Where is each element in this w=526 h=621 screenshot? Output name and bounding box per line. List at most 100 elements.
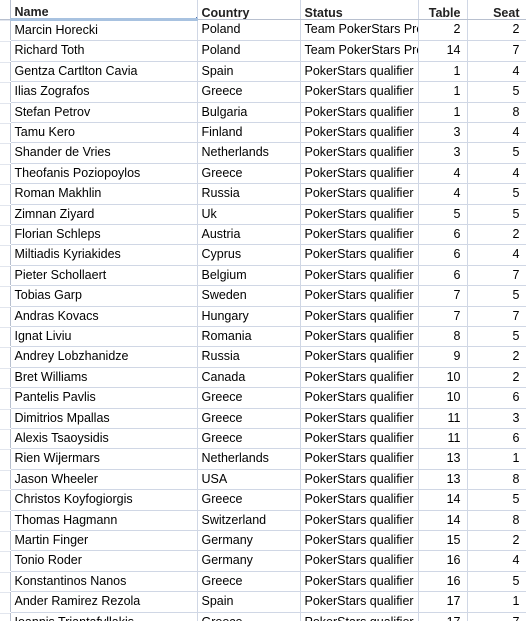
cell-seat[interactable]: 7: [467, 306, 526, 327]
table-row[interactable]: Pieter Schollaert Belgium PokerStars quali…: [0, 265, 526, 287]
player-table[interactable]: Name Country Status Table Seat Marcin Ho…: [0, 0, 526, 621]
cell-status[interactable]: PokerStars qualifier: [300, 326, 419, 348]
cell-table[interactable]: 17: [418, 612, 468, 621]
cell-name[interactable]: Rien Wijermars: [10, 448, 198, 470]
row-header-cell[interactable]: [0, 612, 11, 621]
cell-status[interactable]: PokerStars qualifier: [300, 102, 419, 123]
row-header-cell[interactable]: [0, 102, 11, 123]
cell-country[interactable]: Hungary: [197, 306, 301, 327]
row-header-cell[interactable]: [0, 61, 11, 83]
cell-status[interactable]: PokerStars qualifier: [300, 224, 419, 246]
cell-seat[interactable]: 4: [467, 122, 526, 144]
cell-status[interactable]: PokerStars qualifier: [300, 469, 419, 491]
cell-seat[interactable]: 2: [467, 530, 526, 552]
cell-seat[interactable]: 7: [467, 612, 526, 621]
row-header-cell[interactable]: [0, 428, 11, 450]
cell-country[interactable]: Greece: [197, 387, 301, 409]
cell-name[interactable]: Jason Wheeler: [10, 469, 198, 491]
cell-name[interactable]: Tonio Roder: [10, 550, 198, 572]
row-header-cell[interactable]: [0, 265, 11, 287]
cell-country[interactable]: Greece: [197, 612, 301, 621]
cell-name[interactable]: Stefan Petrov: [10, 102, 198, 123]
cell-name[interactable]: Tamu Kero: [10, 122, 198, 144]
cell-name[interactable]: Ioannis Triantafyllakis: [10, 612, 198, 621]
column-header-country[interactable]: Country: [197, 0, 301, 20]
cell-table[interactable]: 8: [418, 326, 468, 348]
cell-country[interactable]: Greece: [197, 489, 301, 511]
cell-name[interactable]: Florian Schleps: [10, 224, 198, 246]
cell-status[interactable]: PokerStars qualifier: [300, 204, 419, 225]
cell-seat[interactable]: 5: [467, 326, 526, 348]
cell-table[interactable]: 11: [418, 428, 468, 450]
table-row[interactable]: Tonio Roder Germany PokerStars qualifier 16…: [0, 550, 526, 572]
row-header-cell[interactable]: [0, 163, 11, 185]
cell-status[interactable]: PokerStars qualifier: [300, 612, 419, 621]
table-row[interactable]: Alexis Tsaoysidis Greece PokerStars qualif…: [0, 428, 526, 450]
cell-seat[interactable]: 7: [467, 40, 526, 62]
row-header-cell[interactable]: [0, 346, 11, 368]
cell-table[interactable]: 6: [418, 224, 468, 246]
table-row[interactable]: Ignat Liviu Romania PokerStars qualifier 8 5: [0, 326, 526, 348]
table-row[interactable]: Zimnan Ziyard Uk PokerStars qualifier 5 5: [0, 204, 526, 225]
cell-name[interactable]: Zimnan Ziyard: [10, 204, 198, 225]
cell-country[interactable]: Netherlands: [197, 142, 301, 164]
cell-seat[interactable]: 3: [467, 408, 526, 430]
cell-table[interactable]: 2: [418, 19, 468, 42]
cell-table[interactable]: 6: [418, 265, 468, 287]
table-row[interactable]: Jason Wheeler USA PokerStars qualifier 13 8: [0, 469, 526, 491]
cell-seat[interactable]: 2: [467, 367, 526, 389]
cell-name[interactable]: Christos Koyfogiorgis: [10, 489, 198, 511]
cell-country[interactable]: Romania: [197, 326, 301, 348]
cell-seat[interactable]: 2: [467, 19, 526, 42]
cell-country[interactable]: Finland: [197, 122, 301, 144]
row-header-cell[interactable]: [0, 571, 11, 593]
cell-table[interactable]: 3: [418, 142, 468, 164]
cell-country[interactable]: Germany: [197, 530, 301, 552]
cell-table[interactable]: 14: [418, 40, 468, 62]
row-header-cell[interactable]: [0, 81, 11, 103]
cell-seat[interactable]: 8: [467, 469, 526, 491]
table-body[interactable]: Marcin Horecki Poland Team PokerStars Pro 2…: [0, 19, 526, 621]
cell-table[interactable]: 10: [418, 367, 468, 389]
cell-name[interactable]: Marcin Horecki: [10, 19, 198, 42]
cell-name[interactable]: Richard Toth: [10, 40, 198, 62]
cell-seat[interactable]: 5: [467, 489, 526, 511]
cell-table[interactable]: 14: [418, 489, 468, 511]
cell-table[interactable]: 17: [418, 591, 468, 613]
cell-name[interactable]: Shander de Vries: [10, 142, 198, 164]
cell-table[interactable]: 3: [418, 122, 468, 144]
cell-country[interactable]: Poland: [197, 19, 301, 42]
table-row[interactable]: Ilias Zografos Greece PokerStars qualifier…: [0, 81, 526, 103]
cell-status[interactable]: PokerStars qualifier: [300, 387, 419, 409]
cell-country[interactable]: Spain: [197, 61, 301, 83]
cell-seat[interactable]: 8: [467, 510, 526, 532]
cell-name[interactable]: Bret Williams: [10, 367, 198, 389]
cell-country[interactable]: Austria: [197, 224, 301, 246]
cell-seat[interactable]: 4: [467, 244, 526, 266]
row-header-cell[interactable]: [0, 387, 11, 409]
table-row[interactable]: Ander Ramirez Rezola Spain PokerStars qual…: [0, 591, 526, 613]
table-row[interactable]: Tamu Kero Finland PokerStars qualifier 3 4: [0, 122, 526, 144]
cell-status[interactable]: Team PokerStars Pro: [300, 19, 419, 42]
row-header-cell[interactable]: [0, 183, 11, 205]
table-row[interactable]: Andras Kovacs Hungary PokerStars qualifier…: [0, 306, 526, 327]
cell-seat[interactable]: 1: [467, 591, 526, 613]
cell-table[interactable]: 7: [418, 306, 468, 327]
table-row[interactable]: Theofanis Poziopoylos Greece PokerStars qu…: [0, 163, 526, 185]
row-header-cell[interactable]: [0, 19, 11, 42]
cell-seat[interactable]: 5: [467, 285, 526, 307]
cell-status[interactable]: PokerStars qualifier: [300, 448, 419, 470]
cell-table[interactable]: 16: [418, 571, 468, 593]
cell-status[interactable]: PokerStars qualifier: [300, 265, 419, 287]
table-row[interactable]: Gentza Cartlton Cavia Spain PokerStars qua…: [0, 61, 526, 83]
cell-name[interactable]: Thomas Hagmann: [10, 510, 198, 532]
cell-seat[interactable]: 6: [467, 387, 526, 409]
cell-name[interactable]: Andrey Lobzhanidze: [10, 346, 198, 368]
cell-country[interactable]: Greece: [197, 571, 301, 593]
table-row[interactable]: Shander de Vries Netherlands PokerStars qu…: [0, 142, 526, 164]
cell-name[interactable]: Ignat Liviu: [10, 326, 198, 348]
table-row[interactable]: Stefan Petrov Bulgaria PokerStars qualifie…: [0, 102, 526, 123]
cell-status[interactable]: PokerStars qualifier: [300, 122, 419, 144]
cell-table[interactable]: 13: [418, 469, 468, 491]
cell-table[interactable]: 7: [418, 285, 468, 307]
